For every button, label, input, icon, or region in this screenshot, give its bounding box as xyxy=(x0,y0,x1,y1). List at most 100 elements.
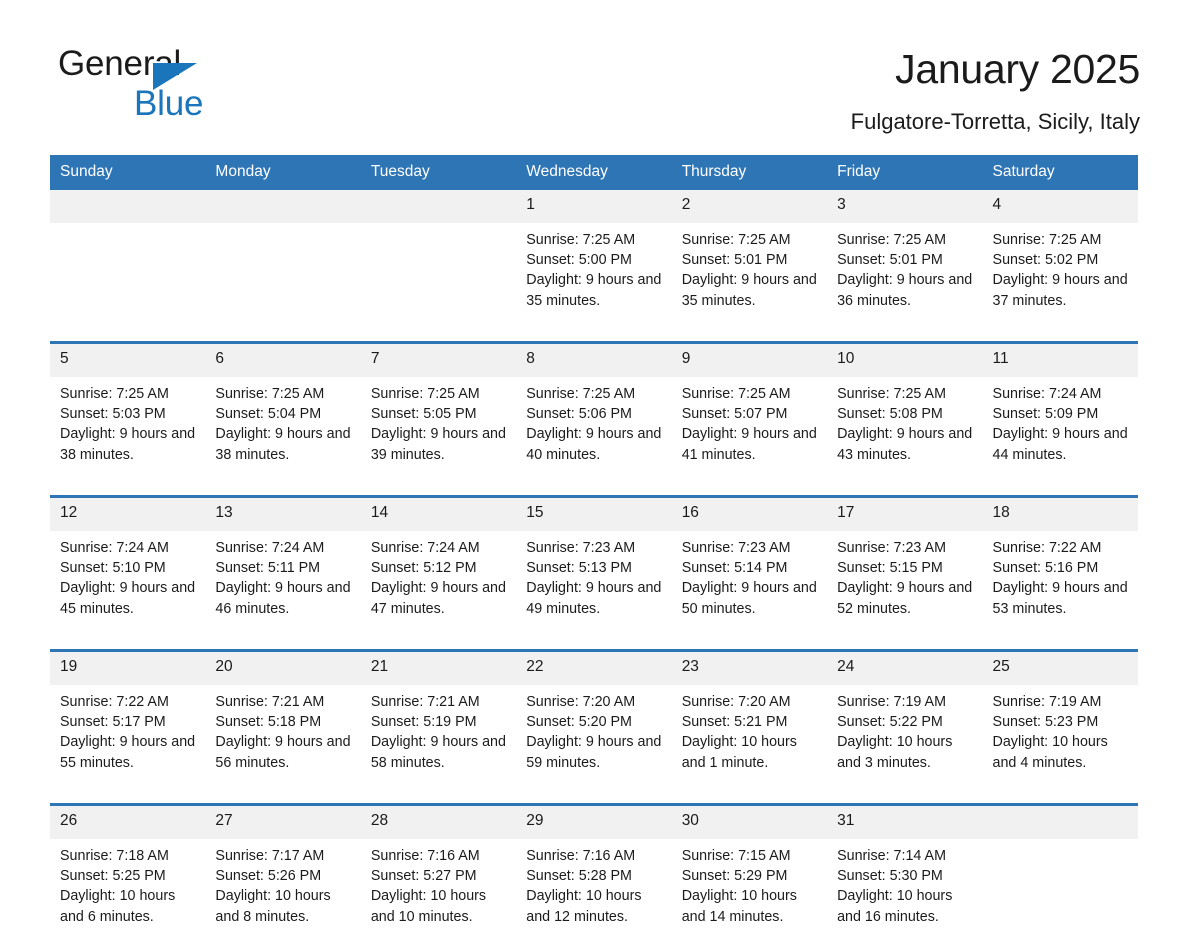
weekday-header-friday: Friday xyxy=(827,155,983,191)
day-number[interactable]: 14 xyxy=(360,498,517,532)
sunrise-text: Sunrise: 7:15 AM xyxy=(681,848,791,865)
day-cell: Sunrise: 7:23 AM Sunset: 5:13 PM Daylight:… xyxy=(516,531,672,635)
week-gap xyxy=(50,326,1138,342)
day-cell: Sunrise: 7:16 AM Sunset: 5:27 PM Daylight:… xyxy=(360,839,517,942)
sunset-text: Sunset: 5:27 PM xyxy=(370,868,477,885)
day-number[interactable]: 30 xyxy=(671,806,828,840)
sunrise-text: Sunrise: 7:16 AM xyxy=(370,848,480,865)
day-number[interactable]: 7 xyxy=(360,344,517,378)
day-number[interactable]: 16 xyxy=(671,498,828,532)
day-cell: Sunrise: 7:21 AM Sunset: 5:19 PM Daylight:… xyxy=(360,685,517,789)
day-number[interactable]: 19 xyxy=(50,652,206,686)
day-cell: Sunrise: 7:19 AM Sunset: 5:23 PM Daylight:… xyxy=(982,685,1138,789)
week-gap-cell xyxy=(50,480,1138,496)
day-number[interactable]: 11 xyxy=(982,344,1138,378)
daylight-text: Daylight: 9 hours and 45 minutes. xyxy=(60,580,196,617)
day-number[interactable]: 1 xyxy=(516,190,672,224)
day-number[interactable]: 2 xyxy=(671,190,828,224)
day-number[interactable]: 13 xyxy=(205,498,361,532)
day-cell: Sunrise: 7:24 AM Sunset: 5:10 PM Daylight:… xyxy=(50,531,206,635)
weekday-header-monday: Monday xyxy=(205,155,361,191)
week-gap-cell xyxy=(50,788,1138,804)
daylight-text: Daylight: 9 hours and 50 minutes. xyxy=(681,580,817,617)
week-gap-cell xyxy=(50,634,1138,650)
daylight-text: Daylight: 9 hours and 44 minutes. xyxy=(992,426,1128,463)
sunset-text: Sunset: 5:18 PM xyxy=(215,714,322,731)
daylight-text: Daylight: 9 hours and 41 minutes. xyxy=(681,426,817,463)
day-number[interactable]: 26 xyxy=(50,806,206,840)
sunset-text: Sunset: 5:01 PM xyxy=(681,252,788,269)
day-cell: Sunrise: 7:23 AM Sunset: 5:14 PM Daylight:… xyxy=(671,531,828,635)
day-cell: Sunrise: 7:19 AM Sunset: 5:22 PM Daylight:… xyxy=(827,685,983,789)
sunrise-text: Sunrise: 7:16 AM xyxy=(526,848,636,865)
day-number[interactable]: 8 xyxy=(516,344,672,378)
sunrise-text: Sunrise: 7:24 AM xyxy=(370,540,480,557)
daylight-text: Daylight: 9 hours and 35 minutes. xyxy=(526,272,662,309)
day-number[interactable]: 21 xyxy=(360,652,517,686)
day-number[interactable]: 17 xyxy=(827,498,983,532)
daylight-text: Daylight: 9 hours and 55 minutes. xyxy=(60,734,196,771)
day-number[interactable]: 18 xyxy=(982,498,1138,532)
day-cell: Sunrise: 7:18 AM Sunset: 5:25 PM Daylight:… xyxy=(50,839,206,942)
daylight-text: Daylight: 9 hours and 37 minutes. xyxy=(992,272,1128,309)
day-number-row: 19 20 21 22 23 24 25 xyxy=(50,652,1138,686)
sunset-text: Sunset: 5:23 PM xyxy=(992,714,1099,731)
sunrise-text: Sunrise: 7:19 AM xyxy=(837,694,946,711)
sunset-text: Sunset: 5:13 PM xyxy=(526,560,632,577)
daylight-text: Daylight: 9 hours and 56 minutes. xyxy=(215,734,351,771)
day-number[interactable]: 31 xyxy=(827,806,983,840)
daylight-text: Daylight: 10 hours and 16 minutes. xyxy=(837,888,953,925)
sunset-text: Sunset: 5:20 PM xyxy=(526,714,632,731)
day-cell: Sunrise: 7:24 AM Sunset: 5:09 PM Daylight:… xyxy=(982,377,1138,481)
sunrise-text: Sunrise: 7:23 AM xyxy=(526,540,636,557)
sunset-text: Sunset: 5:21 PM xyxy=(681,714,788,731)
day-cell: Sunrise: 7:20 AM Sunset: 5:20 PM Daylight:… xyxy=(516,685,672,789)
sunset-text: Sunset: 5:04 PM xyxy=(215,406,322,423)
day-cell: Sunrise: 7:21 AM Sunset: 5:18 PM Daylight:… xyxy=(205,685,361,789)
day-cell: Sunrise: 7:25 AM Sunset: 5:04 PM Daylight:… xyxy=(205,377,361,481)
day-number[interactable]: 25 xyxy=(982,652,1138,686)
daylight-text: Daylight: 9 hours and 59 minutes. xyxy=(526,734,662,771)
day-number[interactable]: 5 xyxy=(50,344,206,378)
day-number[interactable]: 27 xyxy=(205,806,361,840)
calendar-page: General Blue January 2025 Fulgatore-Torr… xyxy=(0,0,1188,942)
sunrise-text: Sunrise: 7:25 AM xyxy=(60,386,169,403)
sunset-text: Sunset: 5:29 PM xyxy=(681,868,788,885)
day-number[interactable]: 20 xyxy=(205,652,361,686)
day-number[interactable]: 15 xyxy=(516,498,672,532)
daylight-text: Daylight: 10 hours and 1 minute. xyxy=(681,734,797,771)
day-number[interactable]: 10 xyxy=(827,344,983,378)
sunset-text: Sunset: 5:01 PM xyxy=(837,252,943,269)
page-header: General Blue January 2025 Fulgatore-Torr… xyxy=(0,0,1188,135)
sunrise-text: Sunrise: 7:21 AM xyxy=(215,694,325,711)
generalblue-logo[interactable]: General Blue xyxy=(58,46,258,126)
day-cell: Sunrise: 7:24 AM Sunset: 5:11 PM Daylight:… xyxy=(205,531,361,635)
day-number[interactable]: 12 xyxy=(50,498,206,532)
daylight-text: Daylight: 9 hours and 36 minutes. xyxy=(837,272,973,309)
day-number[interactable]: 23 xyxy=(671,652,828,686)
weekday-header-saturday: Saturday xyxy=(982,155,1138,191)
sunrise-text: Sunrise: 7:20 AM xyxy=(681,694,791,711)
sunset-text: Sunset: 5:28 PM xyxy=(526,868,632,885)
day-number[interactable]: 9 xyxy=(671,344,828,378)
day-number[interactable]: 4 xyxy=(982,190,1138,224)
day-number[interactable]: 3 xyxy=(827,190,983,224)
day-cell: Sunrise: 7:25 AM Sunset: 5:08 PM Daylight:… xyxy=(827,377,983,481)
page-title: January 2025 xyxy=(895,46,1140,92)
sunset-text: Sunset: 5:09 PM xyxy=(992,406,1099,423)
daylight-text: Daylight: 9 hours and 40 minutes. xyxy=(526,426,662,463)
day-number[interactable]: 22 xyxy=(516,652,672,686)
day-number[interactable]: 28 xyxy=(360,806,517,840)
sunrise-text: Sunrise: 7:22 AM xyxy=(992,540,1102,557)
daylight-text: Daylight: 10 hours and 6 minutes. xyxy=(60,888,176,925)
day-cell: Sunrise: 7:25 AM Sunset: 5:07 PM Daylight:… xyxy=(671,377,828,481)
sunrise-text: Sunrise: 7:23 AM xyxy=(837,540,946,557)
day-number[interactable]: 24 xyxy=(827,652,983,686)
day-number-row: 1234 xyxy=(50,190,1138,224)
day-number[interactable]: 29 xyxy=(516,806,672,840)
day-number[interactable]: 6 xyxy=(205,344,361,378)
weekday-header-sunday: Sunday xyxy=(50,155,206,191)
daylight-text: Daylight: 9 hours and 35 minutes. xyxy=(681,272,817,309)
sunset-text: Sunset: 5:00 PM xyxy=(526,252,632,269)
daylight-text: Daylight: 9 hours and 43 minutes. xyxy=(837,426,973,463)
